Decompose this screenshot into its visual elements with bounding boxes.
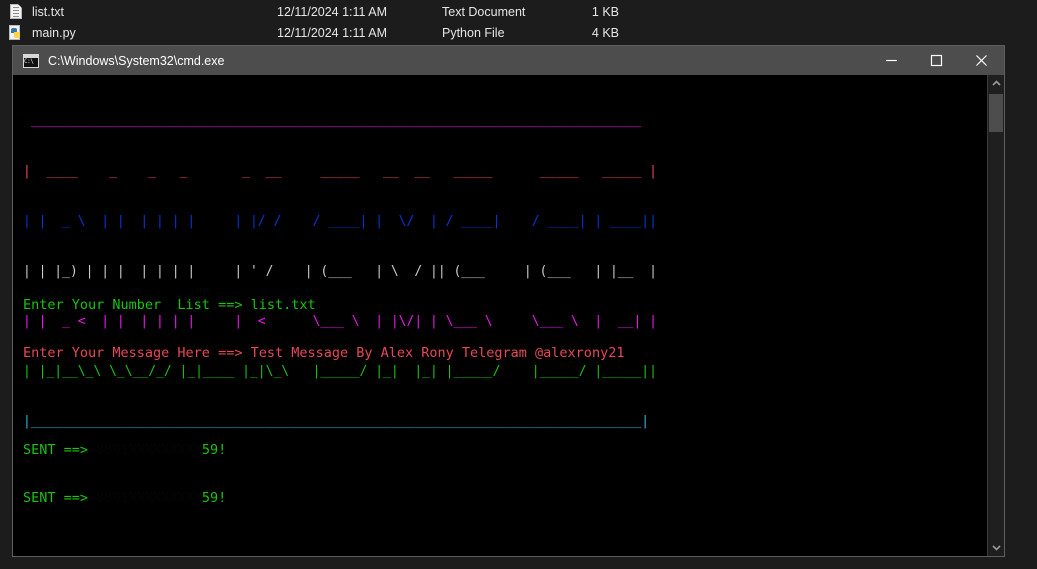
redacted-number: +8801XXXXXXXXX xyxy=(88,442,202,459)
text-document-icon xyxy=(0,4,32,19)
file-type: Python File xyxy=(442,25,505,40)
list-item[interactable]: main.py 12/11/2024 1:11 AM Python File 4… xyxy=(0,22,1037,43)
file-date: 12/11/2024 1:11 AM xyxy=(277,25,388,40)
scroll-down-button[interactable] xyxy=(988,539,1004,556)
file-size: 1 KB xyxy=(591,4,619,19)
sent-count: 59! xyxy=(201,442,227,459)
file-type: Text Document xyxy=(442,4,526,19)
scrollbar-thumb[interactable] xyxy=(989,94,1003,132)
chevron-up-icon xyxy=(991,80,1001,86)
prompt-number-list: Enter Your Number List ==> list.txt xyxy=(23,297,316,314)
sent-prefix: SENT ==> xyxy=(23,442,89,459)
cmd-icon: C:\ xyxy=(23,53,39,68)
banner-line: | | _ \ | | | | | | | |/ / / ____| | \/ … xyxy=(23,213,657,229)
chevron-down-icon xyxy=(991,545,1001,551)
window-controls xyxy=(869,46,1004,75)
file-name: list.txt xyxy=(32,4,64,19)
python-file-icon xyxy=(0,25,32,40)
sent-prefix: SENT ==> xyxy=(23,490,89,507)
file-date: 12/11/2024 1:11 AM xyxy=(277,4,388,19)
list-item[interactable]: list.txt 12/11/2024 1:11 AM Text Documen… xyxy=(0,1,1037,22)
redacted-number: +8801XXXXXXXXX xyxy=(88,490,202,507)
banner-line: ________________________________________… xyxy=(23,113,650,129)
sent-line: SENT ==>+8801XXXXXXXXX59! xyxy=(23,442,624,458)
banner-line: | ____ _ _ _ _ __ _____ __ __ _____ ____… xyxy=(23,163,657,179)
maximize-button[interactable] xyxy=(914,46,959,75)
minimize-icon xyxy=(886,59,897,62)
file-size: 4 KB xyxy=(591,25,619,40)
file-name: main.py xyxy=(32,25,76,40)
prompt-message: Enter Your Message Here ==> Test Message… xyxy=(23,345,625,362)
console-scrollbar[interactable] xyxy=(987,75,1004,556)
sent-count: 59! xyxy=(201,490,227,507)
title-bar[interactable]: C:\ C:\Windows\System32\cmd.exe xyxy=(13,46,1004,75)
explorer-file-list: list.txt 12/11/2024 1:11 AM Text Documen… xyxy=(0,0,1037,50)
minimize-button[interactable] xyxy=(869,46,914,75)
close-button[interactable] xyxy=(959,46,1004,75)
console-output-area[interactable]: ________________________________________… xyxy=(13,75,988,556)
cmd-icon-label: C:\ xyxy=(24,57,34,65)
maximize-icon xyxy=(930,54,943,67)
sent-line: SENT ==>+8801XXXXXXXXX59! xyxy=(23,490,624,506)
cmd-window: C:\ C:\Windows\System32\cmd.exe ________… xyxy=(12,45,1005,557)
scroll-up-button[interactable] xyxy=(988,75,1004,92)
window-title: C:\Windows\System32\cmd.exe xyxy=(48,53,225,68)
close-icon xyxy=(976,55,987,66)
console-text: Enter Your Number List ==> list.txt Ente… xyxy=(13,265,624,539)
